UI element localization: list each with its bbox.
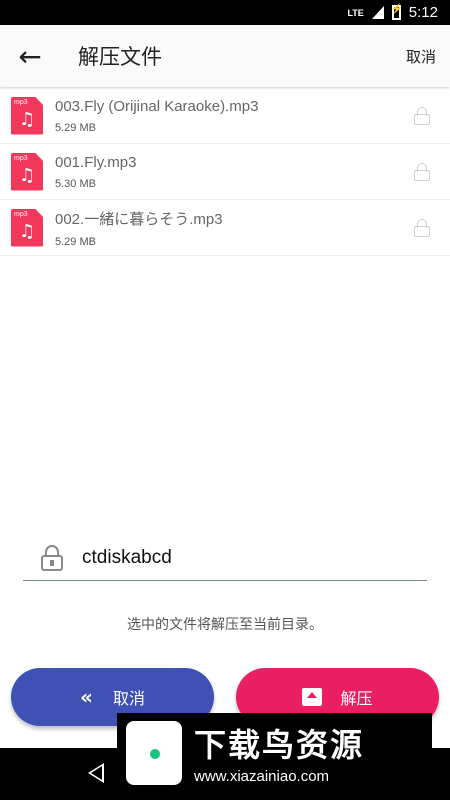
file-size: 5.30 MB — [55, 177, 96, 190]
toolbar-cancel-button[interactable]: 取消 — [406, 46, 436, 67]
double-chevron-left-icon: « — [80, 685, 93, 709]
page-title: 解压文件 — [78, 45, 162, 69]
extract-button-label: 解压 — [340, 689, 373, 708]
bird-logo-icon — [126, 720, 182, 785]
file-row[interactable]: mp3 ♫ 002.一緒に暮らそう.mp3 5.29 MB — [0, 200, 450, 256]
mp3-file-icon: mp3 ♫ — [11, 208, 43, 247]
file-size: 5.29 MB — [55, 235, 96, 248]
file-name: 003.Fly (Orijinal Karaoke).mp3 — [55, 97, 259, 115]
file-name: 002.一緒に暮らそう.mp3 — [55, 210, 223, 228]
password-lock-icon — [41, 544, 63, 571]
toolbar: ← 解压文件 取消 — [0, 25, 450, 87]
extract-hint: 选中的文件将解压至当前目录。 — [127, 617, 323, 633]
battery-icon — [391, 4, 403, 20]
music-note-icon: ♫ — [19, 108, 36, 130]
cancel-button-label: 取消 — [112, 689, 145, 708]
mp3-file-icon: mp3 ♫ — [11, 96, 43, 135]
password-input[interactable] — [82, 546, 382, 569]
status-bar: LTE 5:12 — [0, 0, 450, 25]
file-row[interactable]: mp3 ♫ 001.Fly.mp3 5.30 MB — [0, 144, 450, 200]
password-field-container — [23, 535, 427, 581]
back-arrow-icon[interactable]: ← — [0, 25, 60, 87]
music-note-icon: ♫ — [19, 220, 36, 242]
music-note-icon: ♫ — [19, 164, 36, 186]
signal-icon — [371, 6, 384, 19]
mp3-file-icon: mp3 ♫ — [11, 152, 43, 191]
lock-icon — [414, 106, 430, 125]
lock-icon — [414, 162, 430, 181]
file-row[interactable]: mp3 ♫ 003.Fly (Orijinal Karaoke).mp3 5.2… — [0, 88, 450, 144]
file-size: 5.29 MB — [55, 121, 96, 134]
watermark: 下载鸟资源 www.xiazainiao.com — [117, 713, 432, 792]
file-name: 001.Fly.mp3 — [55, 153, 137, 171]
network-type: LTE — [347, 7, 364, 18]
extract-icon — [302, 688, 323, 706]
clock: 5:12 — [408, 4, 438, 21]
watermark-brand: 下载鸟资源 — [194, 726, 365, 764]
file-list: mp3 ♫ 003.Fly (Orijinal Karaoke).mp3 5.2… — [0, 88, 450, 256]
nav-back-icon[interactable] — [88, 763, 104, 783]
watermark-url: www.xiazainiao.com — [194, 768, 330, 785]
lock-icon — [414, 218, 430, 237]
